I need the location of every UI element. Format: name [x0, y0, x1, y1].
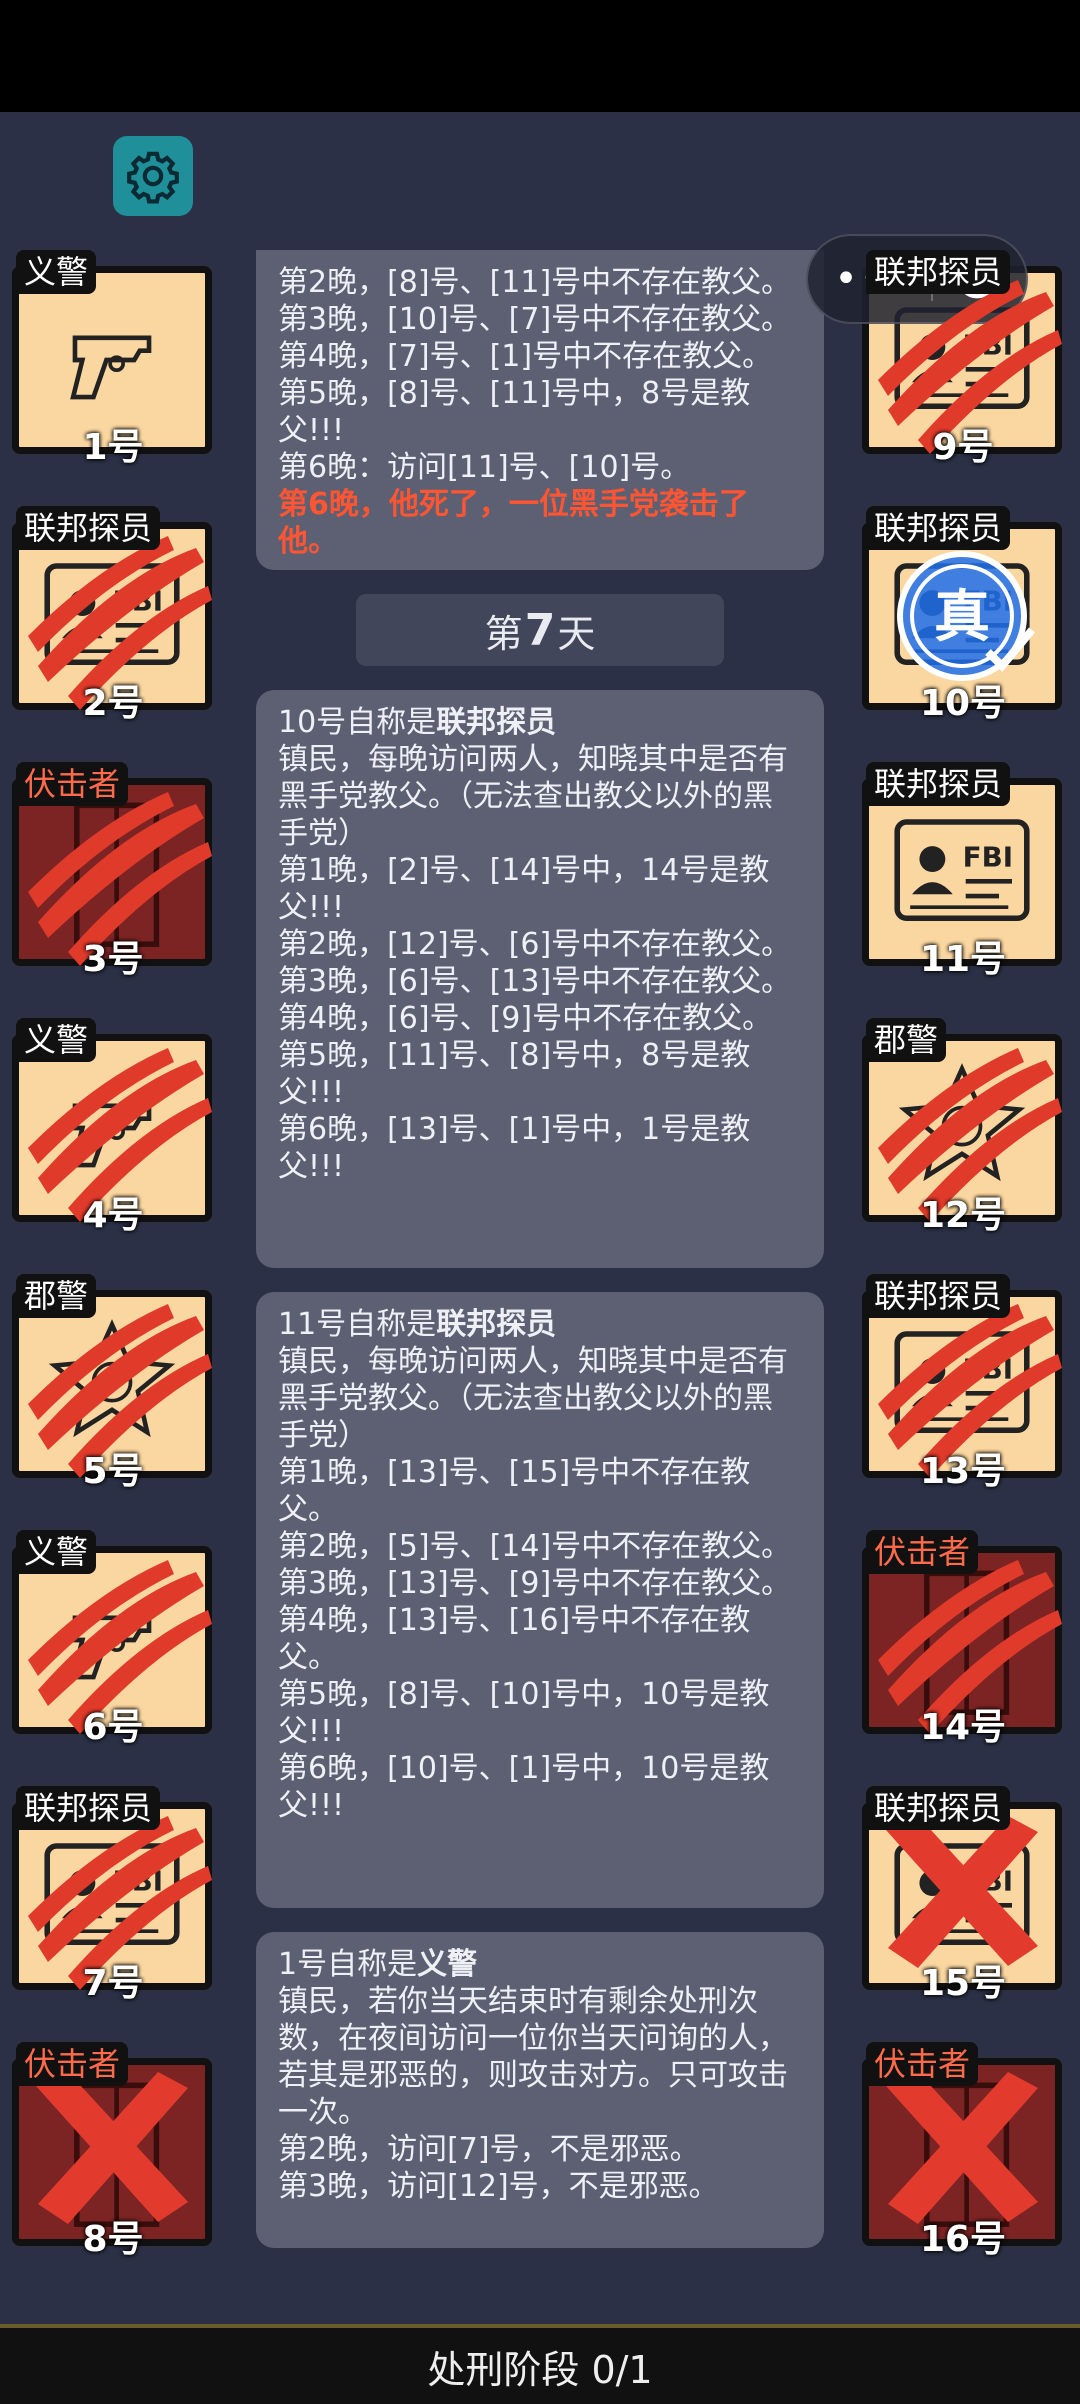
message-line: 第5晚，[8]号、[10]号中，10号是教父!!! — [278, 1677, 770, 1749]
message-line: 第3晚，[13]号、[9]号中不存在教父。 — [278, 1566, 792, 1601]
player-card-7[interactable]: FBI联邦探员7号 — [8, 1786, 218, 2004]
day-prefix: 第 — [484, 611, 523, 656]
player-number: 16号 — [919, 2219, 1007, 2260]
message-line: 第3晚，访问[12]号，不是邪恶。 — [278, 2169, 719, 2204]
message-line: 第5晚，[11]号、[8]号中，8号是教父!!! — [278, 1038, 751, 1110]
role-label: 联邦探员 — [866, 506, 1011, 550]
player-number: 13号 — [919, 1451, 1007, 1492]
role-label: 伏击者 — [16, 762, 129, 806]
claim-role: 联邦探员 — [436, 705, 557, 740]
message-card-first: 第2晚，[8]号、[11]号中不存在教父。 第3晚，[10]号、[7]号中不存在教… — [256, 250, 824, 570]
message-line: 第4晚，[13]号、[16]号中不存在教父。 — [278, 1603, 751, 1675]
player-number: 2号 — [82, 683, 144, 724]
player-card-3[interactable]: FBI 联邦探员 11号 — [858, 762, 1068, 980]
claim-lines: 镇民，若你当天结束时有剩余处刑次数，在夜间访问一位你当天问询的人，若其是邪恶的，… — [278, 1983, 802, 2205]
player-number: 12号 — [919, 1195, 1007, 1236]
message-line: 第6晚，[10]号、[1]号中，10号是教父!!! — [278, 1751, 770, 1823]
role-label: 联邦探员 — [866, 1274, 1011, 1318]
day-suffix: 天 — [557, 611, 596, 656]
message-line: 镇民，若你当天结束时有剩余处刑次数，在夜间访问一位你当天问询的人，若其是邪恶的，… — [278, 1984, 788, 2130]
claim-lines: 镇民，每晚访问两人，知晓其中是否有黑手党教父。（无法查出教父以外的黑手党） 第1晚… — [278, 1343, 802, 1824]
player-number: 1号 — [82, 427, 144, 468]
phase-bar[interactable]: 处刑阶段 0/1 — [0, 2324, 1080, 2404]
role-label: 联邦探员 — [866, 250, 1011, 294]
player-number: 10号 — [919, 683, 1007, 724]
settings-button[interactable] — [113, 136, 193, 216]
player-card-6[interactable]: 义警 6号 — [8, 1530, 218, 1748]
claim-title: 1号自称是义警 — [278, 1946, 802, 1983]
role-label: 伏击者 — [16, 2042, 129, 2086]
day-banner: 第 7 天 — [356, 594, 724, 666]
message-line: 第5晚，[8]号、[11]号中，8号是教父!!! — [278, 376, 751, 448]
claim-title: 10号自称是联邦探员 — [278, 704, 802, 741]
claim-prefix: 1号自称是 — [278, 1947, 418, 1982]
player-number: 8号 — [82, 2219, 144, 2260]
player-number: 7号 — [82, 1963, 144, 2004]
player-card-2[interactable]: FBI联邦探员2号 — [8, 506, 218, 724]
player-number: 9号 — [932, 427, 994, 468]
svg-text:真: 真 — [934, 585, 990, 650]
message-line: 第6晚：访问[11]号、[10]号。 — [278, 450, 691, 485]
player-number: 3号 — [82, 939, 144, 980]
gear-icon — [127, 151, 179, 204]
message-line: 第2晚，[5]号、[14]号中不存在教父。 — [278, 1529, 792, 1564]
claim-prefix: 11号自称是 — [278, 1307, 437, 1342]
claim-lines: 镇民，每晚访问两人，知晓其中是否有黑手党教父。（无法查出教父以外的黑手党） 第1晚… — [278, 741, 802, 1185]
player-card-5[interactable]: FBI联邦探员13号 — [858, 1274, 1068, 1492]
message-card-claim1: 1号自称是义警 镇民，若你当天结束时有剩余处刑次数，在夜间访问一位你当天问询的人… — [256, 1932, 824, 2248]
claim-role: 联邦探员 — [436, 1307, 557, 1342]
player-card-3[interactable]: 伏击者 3号 — [8, 762, 218, 980]
role-label: 义警 — [16, 1530, 97, 1574]
svg-text:FBI: FBI — [963, 840, 1013, 873]
role-label: 郡警 — [16, 1274, 97, 1318]
player-card-5[interactable]: 郡警 5号 — [8, 1274, 218, 1492]
message-line: 第1晚，[13]号、[15]号中不存在教父。 — [278, 1455, 751, 1527]
role-label: 义警 — [16, 250, 97, 294]
player-number: 14号 — [919, 1707, 1007, 1748]
phase-label: 处刑阶段 0/1 — [427, 2347, 653, 2392]
player-card-4[interactable]: 义警 4号 — [8, 1018, 218, 1236]
role-label: 郡警 — [866, 1018, 947, 1062]
player-card-8[interactable]: 伏击者 16号 — [858, 2042, 1068, 2260]
player-card-1[interactable]: FBI联邦探员9号 — [858, 250, 1068, 468]
message-card-claim11: 11号自称是联邦探员 镇民，每晚访问两人，知晓其中是否有黑手党教父。（无法查出教… — [256, 1292, 824, 1908]
message-line: 第2晚，访问[7]号，不是邪恶。 — [278, 2132, 700, 2167]
player-number: 4号 — [82, 1195, 144, 1236]
role-label: 义警 — [16, 1018, 97, 1062]
player-card-8[interactable]: 伏击者 8号 — [8, 2042, 218, 2260]
role-label: 联邦探员 — [866, 1786, 1011, 1830]
player-number: 15号 — [919, 1963, 1007, 2004]
message-line: 第1晚，[2]号、[14]号中，14号是教父!!! — [278, 853, 770, 925]
player-card-7[interactable]: FBI联邦探员15号 — [858, 1786, 1068, 2004]
message-line: 第2晚，[8]号、[11]号中不存在教父。 — [278, 265, 792, 300]
role-label: 联邦探员 — [16, 506, 161, 550]
role-label: 伏击者 — [866, 2042, 979, 2086]
player-number: 11号 — [919, 939, 1007, 980]
player-number: 5号 — [82, 1451, 144, 1492]
message-line: 第4晚，[7]号、[1]号中不存在教父。 — [278, 339, 773, 374]
death-notice: 第6晚，他死了，一位黑手党袭击了他。 — [278, 487, 749, 559]
message-line: 镇民，每晚访问两人，知晓其中是否有黑手党教父。（无法查出教父以外的黑手党） — [278, 1344, 788, 1453]
claim-title: 11号自称是联邦探员 — [278, 1306, 802, 1343]
message-line: 镇民，每晚访问两人，知晓其中是否有黑手党教父。（无法查出教父以外的黑手党） — [278, 742, 788, 851]
player-number: 6号 — [82, 1707, 144, 1748]
role-label: 联邦探员 — [16, 1786, 161, 1830]
role-label: 伏击者 — [866, 1530, 979, 1574]
day-number: 7 — [524, 604, 556, 656]
message-line: 第3晚，[6]号、[13]号中不存在教父。 — [278, 964, 792, 999]
player-card-2[interactable]: FBI真联邦探员10号 — [858, 506, 1068, 724]
message-line: 第3晚，[10]号、[7]号中不存在教父。 — [278, 302, 792, 337]
player-card-1[interactable]: 义警 1号 — [8, 250, 218, 468]
claim-prefix: 10号自称是 — [278, 705, 437, 740]
message-line: 第4晚，[6]号、[9]号中不存在教父。 — [278, 1001, 773, 1036]
status-bar — [0, 0, 1080, 112]
message-line: 第2晚，[12]号、[6]号中不存在教父。 — [278, 927, 792, 962]
message-line: 第6晚，[13]号、[1]号中，1号是教父!!! — [278, 1112, 751, 1184]
player-card-6[interactable]: 伏击者 14号 — [858, 1530, 1068, 1748]
claim-role: 义警 — [417, 1947, 478, 1982]
message-lines: 第2晚，[8]号、[11]号中不存在教父。 第3晚，[10]号、[7]号中不存在教… — [278, 264, 802, 486]
role-label: 联邦探员 — [866, 762, 1011, 806]
message-card-claim10: 10号自称是联邦探员 镇民，每晚访问两人，知晓其中是否有黑手党教父。（无法查出教… — [256, 690, 824, 1268]
player-card-4[interactable]: 郡警 12号 — [858, 1018, 1068, 1236]
